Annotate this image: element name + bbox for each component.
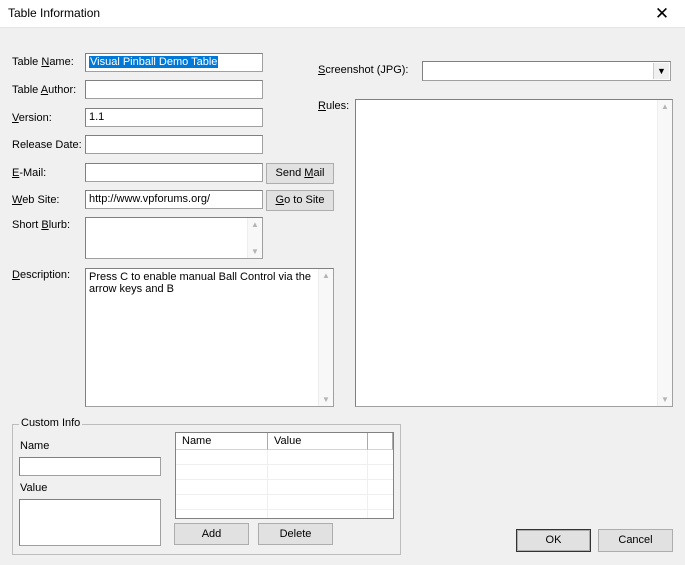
description-value: Press C to enable manual Ball Control vi… bbox=[89, 271, 311, 295]
ok-button[interactable]: OK bbox=[516, 529, 591, 552]
rules-scrollbar[interactable]: ▲ ▼ bbox=[657, 100, 672, 406]
release-date-input[interactable] bbox=[85, 135, 263, 154]
short-blurb-label: Short Blurb: bbox=[12, 219, 71, 231]
description-scrollbar[interactable]: ▲ ▼ bbox=[318, 269, 333, 406]
scroll-up-icon[interactable]: ▲ bbox=[658, 102, 672, 111]
email-label: E-Mail: bbox=[12, 167, 47, 179]
table-row bbox=[176, 465, 393, 480]
table-name-label: Table Name: bbox=[12, 56, 74, 68]
title-bar: Table Information ✕ bbox=[0, 0, 685, 28]
custom-name-input[interactable] bbox=[19, 457, 161, 476]
scroll-down-icon[interactable]: ▼ bbox=[248, 247, 262, 256]
screenshot-label: Screenshot (JPG): bbox=[318, 64, 409, 76]
screenshot-combobox[interactable]: ▼ bbox=[422, 61, 671, 81]
description-textarea[interactable]: Press C to enable manual Ball Control vi… bbox=[85, 268, 334, 407]
table-author-label: Table Author: bbox=[12, 84, 77, 96]
table-row bbox=[176, 495, 393, 510]
scroll-up-icon[interactable]: ▲ bbox=[319, 271, 333, 280]
website-label: Web Site: bbox=[12, 194, 60, 206]
close-icon[interactable]: ✕ bbox=[639, 0, 685, 27]
short-blurb-scrollbar[interactable]: ▲ ▼ bbox=[247, 218, 262, 258]
column-header-value[interactable]: Value bbox=[268, 433, 368, 450]
scroll-down-icon[interactable]: ▼ bbox=[658, 395, 672, 404]
column-header-name[interactable]: Name bbox=[176, 433, 268, 450]
cancel-button[interactable]: Cancel bbox=[598, 529, 673, 552]
custom-info-list[interactable]: Name Value bbox=[175, 432, 394, 519]
custom-info-title: Custom Info bbox=[19, 417, 83, 429]
version-label: Version: bbox=[12, 112, 52, 124]
table-name-input[interactable]: Visual Pinball Demo Table bbox=[85, 53, 263, 72]
short-blurb-textarea[interactable]: ▲ ▼ bbox=[85, 217, 263, 259]
scroll-down-icon[interactable]: ▼ bbox=[319, 395, 333, 404]
custom-value-input[interactable] bbox=[19, 499, 161, 546]
delete-button[interactable]: Delete bbox=[258, 523, 333, 545]
version-input[interactable]: 1.1 bbox=[85, 108, 263, 127]
email-input[interactable] bbox=[85, 163, 263, 182]
chevron-down-icon[interactable]: ▼ bbox=[653, 63, 669, 79]
table-author-input[interactable] bbox=[85, 80, 263, 99]
scroll-up-icon[interactable]: ▲ bbox=[248, 220, 262, 229]
description-label: Description: bbox=[12, 269, 71, 281]
rules-label: Rules: bbox=[318, 100, 350, 112]
window-title: Table Information bbox=[8, 6, 101, 20]
table-row bbox=[176, 450, 393, 465]
custom-value-label: Value bbox=[20, 482, 48, 494]
add-button[interactable]: Add bbox=[174, 523, 249, 545]
table-row bbox=[176, 480, 393, 495]
table-name-value: Visual Pinball Demo Table bbox=[89, 56, 219, 68]
send-mail-button[interactable]: Send Mail bbox=[266, 163, 334, 184]
release-date-label: Release Date: bbox=[12, 139, 82, 151]
go-to-site-button[interactable]: Go to Site bbox=[266, 190, 334, 211]
column-header-filler bbox=[368, 433, 393, 450]
custom-name-label: Name bbox=[20, 440, 50, 452]
rules-textarea[interactable]: ▲ ▼ bbox=[355, 99, 673, 407]
website-input[interactable]: http://www.vpforums.org/ bbox=[85, 190, 263, 209]
